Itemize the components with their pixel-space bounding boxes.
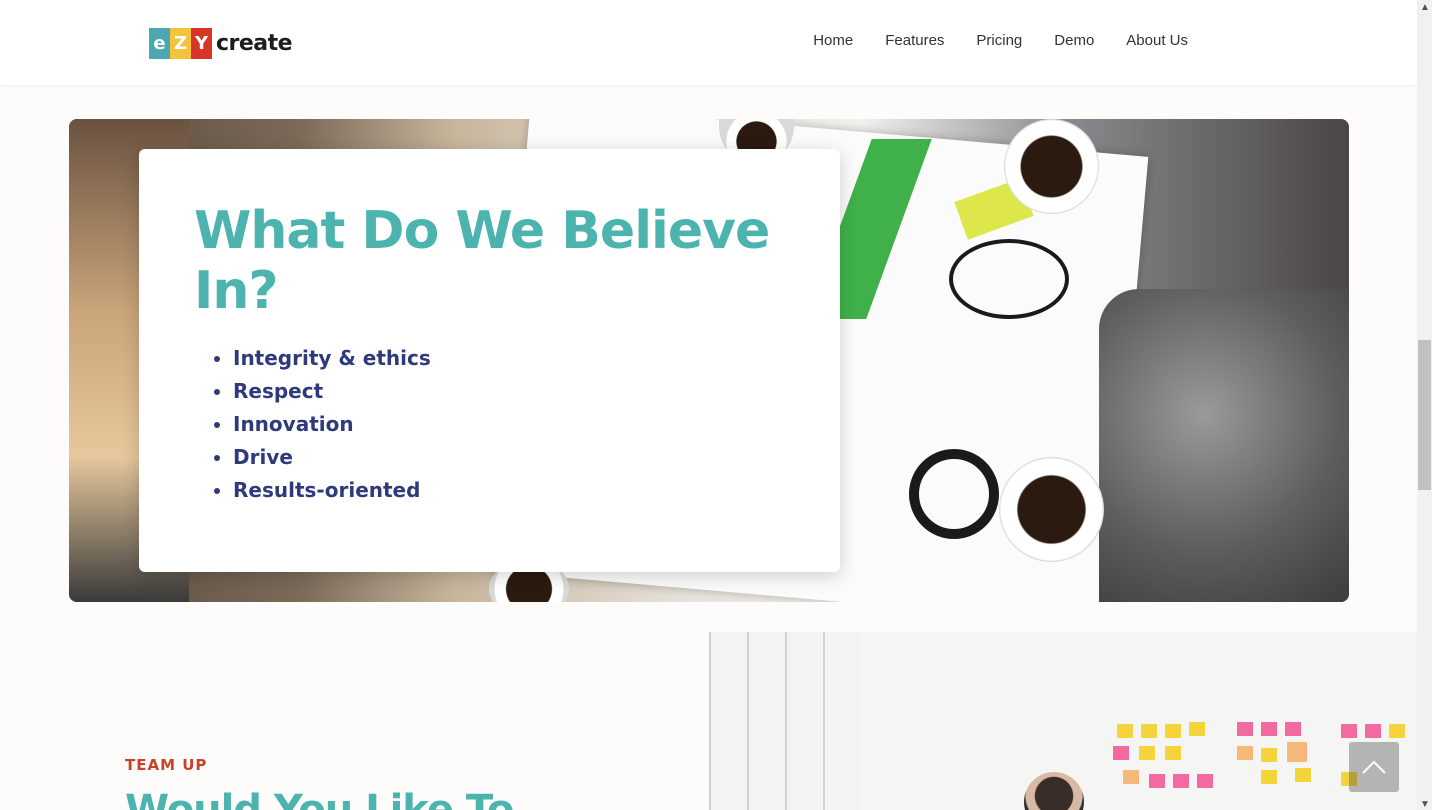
page-scrollbar[interactable]: ▲ ▼	[1417, 0, 1432, 810]
beliefs-item: Innovation	[214, 408, 431, 441]
sticky-note	[1237, 746, 1253, 760]
sticky-note	[1117, 724, 1133, 738]
nav-features[interactable]: Features	[885, 32, 944, 49]
team-title: Would You Like To	[125, 787, 514, 810]
beliefs-list: Integrity & ethics Respect Innovation Dr…	[214, 342, 431, 507]
beliefs-hero: What Do We Believe In? Integrity & ethic…	[69, 119, 1349, 602]
sticky-note	[1389, 724, 1405, 738]
sticky-note	[1189, 722, 1205, 736]
hero-coffee-cup	[999, 457, 1104, 562]
sticky-note	[1237, 722, 1253, 736]
scroll-up-arrow-icon[interactable]: ▲	[1420, 2, 1430, 13]
chevron-up-icon	[1362, 760, 1386, 774]
sticky-note	[1261, 722, 1277, 736]
logo-tile-y: Y	[191, 27, 212, 59]
hero-person-sweater	[1099, 289, 1349, 602]
nav-about-us[interactable]: About Us	[1126, 32, 1188, 49]
sticky-note	[1141, 724, 1157, 738]
sticky-note	[1113, 746, 1129, 760]
hero-coffee-cup	[1004, 119, 1099, 214]
sticky-note	[1295, 768, 1311, 782]
sticky-note	[1149, 774, 1165, 788]
logo-tile-z: Z	[170, 27, 191, 59]
beliefs-item: Respect	[214, 375, 431, 408]
nav-home[interactable]: Home	[813, 32, 853, 49]
hero-scribble	[909, 449, 999, 539]
page: e Z Y create Home Features Pricing Demo …	[0, 0, 1432, 810]
hero-scribble	[949, 239, 1069, 319]
beliefs-item: Results-oriented	[214, 474, 431, 507]
sticky-note	[1139, 746, 1155, 760]
team-label: TEAM UP	[125, 756, 208, 774]
sticky-note	[1197, 774, 1213, 788]
sticky-note	[1165, 746, 1181, 760]
sticky-note	[1261, 770, 1277, 784]
scrollbar-thumb[interactable]	[1418, 340, 1431, 490]
sticky-note	[1123, 770, 1139, 784]
nav-pricing[interactable]: Pricing	[976, 32, 1022, 49]
scroll-down-arrow-icon[interactable]: ▼	[1420, 799, 1430, 810]
office-photo	[709, 632, 1417, 810]
logo-tile-e: e	[149, 27, 170, 59]
scroll-to-top-button[interactable]	[1349, 742, 1399, 792]
logo[interactable]: e Z Y create	[149, 27, 293, 59]
beliefs-item: Integrity & ethics	[214, 342, 431, 375]
beliefs-card: What Do We Believe In? Integrity & ethic…	[139, 149, 840, 572]
sticky-note	[1261, 748, 1277, 762]
sticky-note	[1287, 742, 1307, 762]
sticky-note	[1365, 724, 1381, 738]
sticky-note	[1285, 722, 1301, 736]
sticky-note	[1341, 724, 1357, 738]
beliefs-title: What Do We Believe In?	[194, 201, 770, 321]
main-nav: Home Features Pricing Demo About Us	[781, 32, 1188, 49]
nav-demo[interactable]: Demo	[1054, 32, 1094, 49]
office-window	[709, 632, 859, 810]
site-header: e Z Y create Home Features Pricing Demo …	[0, 0, 1417, 85]
beliefs-item: Drive	[214, 441, 431, 474]
sticky-note	[1165, 724, 1181, 738]
sticky-note	[1173, 774, 1189, 788]
logo-word: create	[216, 30, 293, 56]
